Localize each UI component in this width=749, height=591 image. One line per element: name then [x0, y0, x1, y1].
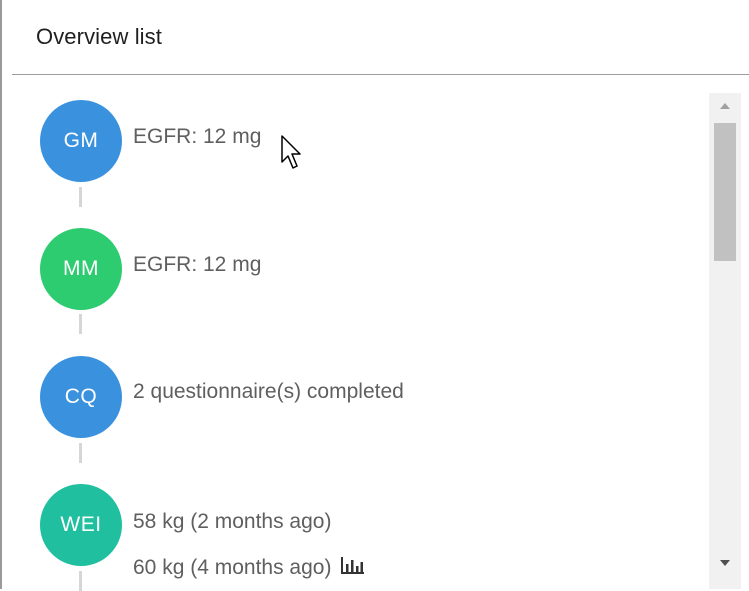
timeline-connector	[79, 571, 82, 591]
timeline-list: GM EGFR: 12 mg MM EGFR: 12 mg CQ 2 quest…	[12, 75, 709, 591]
avatar-initials: GM	[63, 129, 99, 152]
avatar-initials: MM	[63, 257, 99, 280]
avatar-initials: CQ	[64, 385, 98, 408]
chevron-up-icon[interactable]	[709, 93, 741, 119]
chevron-down-icon[interactable]	[709, 550, 741, 576]
list-item-text: 2 questionnaire(s) completed	[133, 380, 404, 403]
bar-chart-icon[interactable]	[341, 556, 365, 580]
avatar-wei[interactable]: WEI	[40, 484, 122, 566]
avatar-cq[interactable]: CQ	[40, 356, 122, 438]
avatar-gm[interactable]: GM	[40, 100, 122, 182]
timeline-connector	[79, 187, 82, 207]
panel-header: Overview list	[12, 0, 749, 75]
list-item-text: 58 kg (2 months ago)	[133, 510, 332, 533]
weight-history-text: 60 kg (4 months ago)	[133, 556, 332, 579]
avatar-mm[interactable]: MM	[40, 228, 122, 310]
scroll-thumb[interactable]	[714, 123, 736, 261]
timeline-connector	[79, 443, 82, 463]
avatar-initials: WEI	[60, 513, 102, 536]
panel-title: Overview list	[36, 24, 162, 49]
mouse-pointer-icon	[281, 135, 305, 176]
overview-panel: Overview list GM EGFR: 12 mg MM EGFR: 12…	[0, 0, 749, 591]
list-item-text: EGFR: 12 mg	[133, 125, 262, 148]
vertical-scrollbar[interactable]	[709, 93, 741, 589]
timeline-connector	[79, 314, 82, 334]
list-item-text: EGFR: 12 mg	[133, 253, 262, 276]
list-item-text-secondary: 60 kg (4 months ago)	[133, 556, 365, 580]
